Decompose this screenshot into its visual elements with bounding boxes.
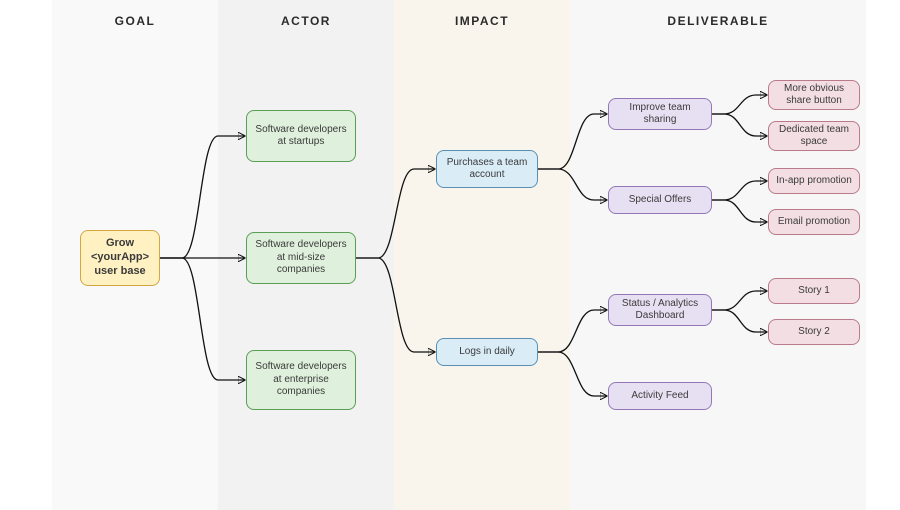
story-label: Story 1: [798, 285, 830, 298]
story-label: Story 2: [798, 326, 830, 339]
story-node-team-space[interactable]: Dedicated team space: [768, 121, 860, 151]
impact-label: Purchases a team account: [443, 157, 531, 182]
deliverable-label: Status / Analytics Dashboard: [615, 298, 705, 323]
story-node-email-promo[interactable]: Email promotion: [768, 209, 860, 235]
goal-node[interactable]: Grow <yourApp> user base: [80, 230, 160, 286]
impact-node-logs-in[interactable]: Logs in daily: [436, 338, 538, 366]
column-header-goal: GOAL: [52, 14, 218, 28]
impact-map: GOAL ACTOR IMPACT DELIVERABLE: [0, 0, 900, 510]
actor-node-enterprise[interactable]: Software developers at enterprise compan…: [246, 350, 356, 410]
deliverable-label: Improve team sharing: [615, 102, 705, 127]
actor-label: Software developers at enterprise compan…: [253, 361, 349, 399]
actor-label: Software developers at startups: [253, 124, 349, 149]
column-header-actor: ACTOR: [218, 14, 394, 28]
deliverable-label: Activity Feed: [631, 390, 688, 403]
story-node-story-1[interactable]: Story 1: [768, 278, 860, 304]
column-deliverable: DELIVERABLE: [570, 0, 866, 510]
actor-node-midsize[interactable]: Software developers at mid-size companie…: [246, 232, 356, 284]
deliverable-node-sharing[interactable]: Improve team sharing: [608, 98, 712, 130]
actor-label: Software developers at mid-size companie…: [253, 239, 349, 277]
actor-node-startups[interactable]: Software developers at startups: [246, 110, 356, 162]
story-label: In-app promotion: [776, 175, 852, 188]
column-impact: IMPACT: [394, 0, 570, 510]
deliverable-label: Special Offers: [629, 194, 692, 207]
impact-node-purchase[interactable]: Purchases a team account: [436, 150, 538, 188]
deliverable-node-activity-feed[interactable]: Activity Feed: [608, 382, 712, 410]
goal-label: Grow <yourApp> user base: [87, 237, 153, 278]
story-node-story-2[interactable]: Story 2: [768, 319, 860, 345]
story-node-share-button[interactable]: More obvious share button: [768, 80, 860, 110]
deliverable-node-dashboard[interactable]: Status / Analytics Dashboard: [608, 294, 712, 326]
column-header-impact: IMPACT: [394, 14, 570, 28]
story-label: More obvious share button: [775, 83, 853, 108]
story-label: Email promotion: [778, 216, 850, 229]
story-label: Dedicated team space: [775, 124, 853, 149]
column-header-deliverable: DELIVERABLE: [570, 14, 866, 28]
story-node-inapp-promo[interactable]: In-app promotion: [768, 168, 860, 194]
impact-label: Logs in daily: [459, 346, 515, 359]
deliverable-node-offers[interactable]: Special Offers: [608, 186, 712, 214]
